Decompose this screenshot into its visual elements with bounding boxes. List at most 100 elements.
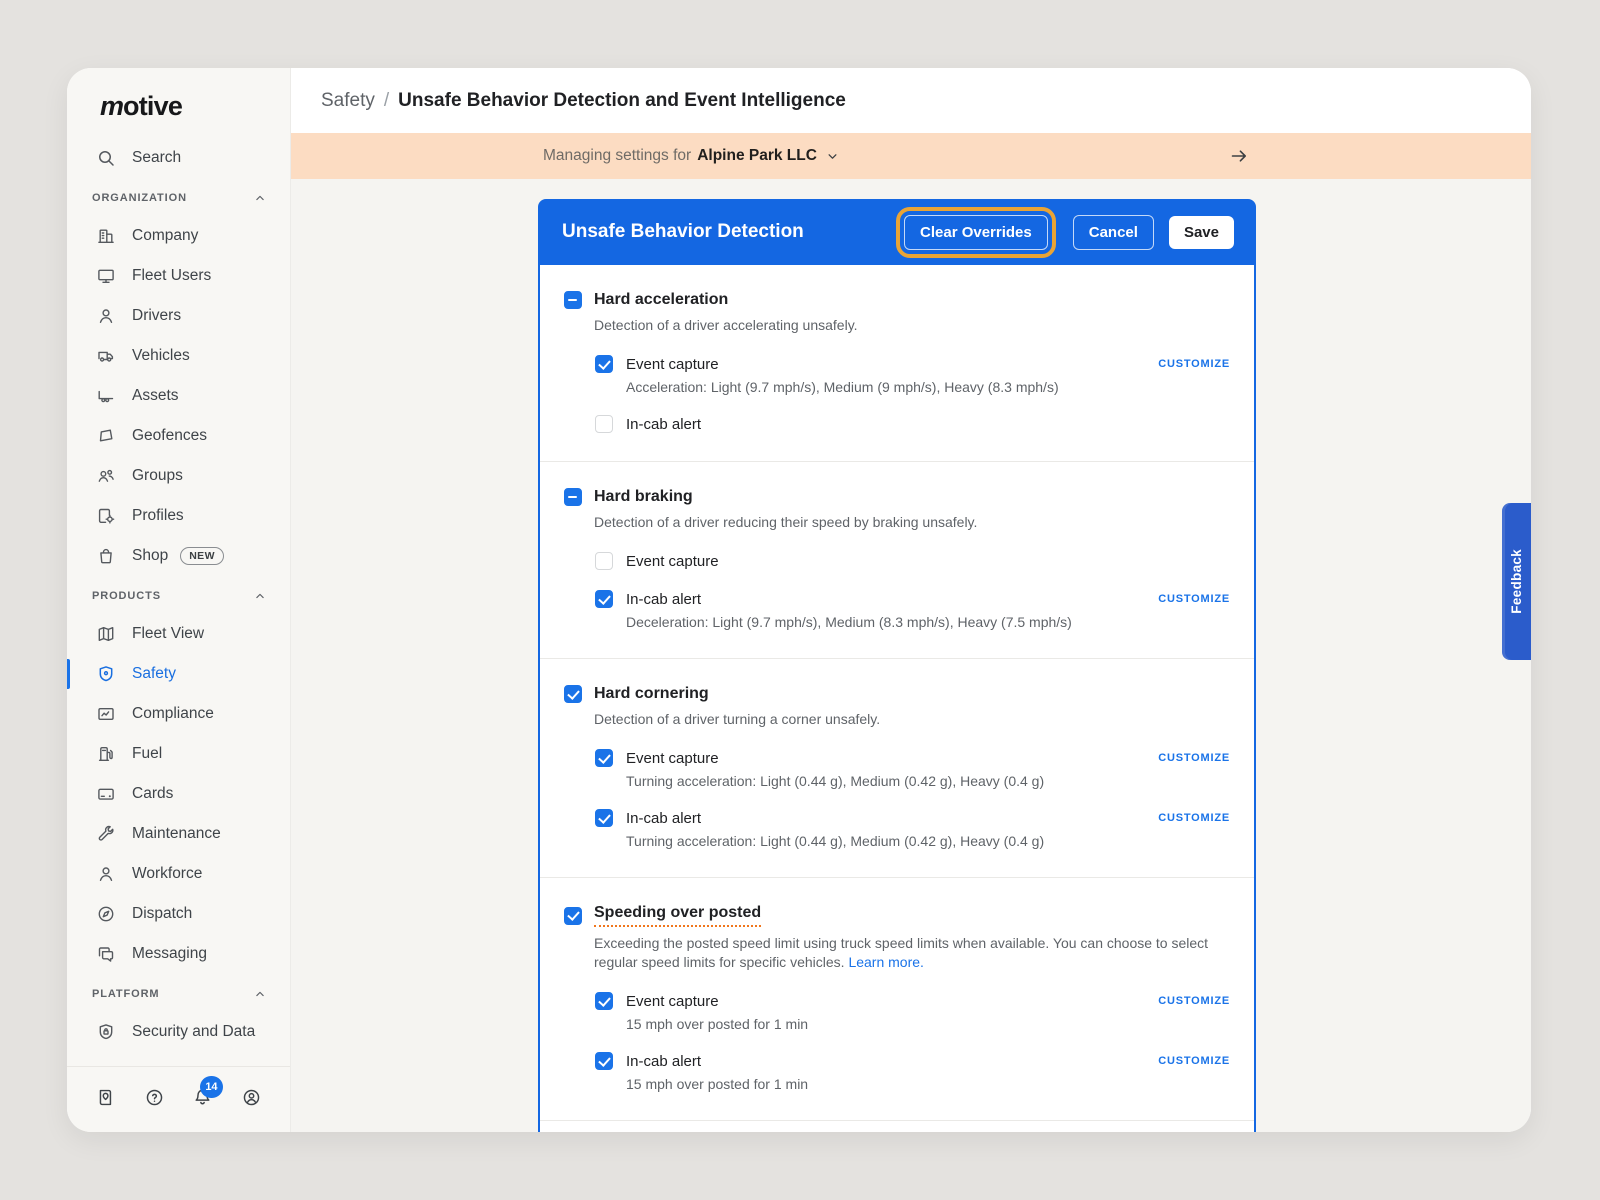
- banner-company-name: Alpine Park LLC: [697, 147, 817, 165]
- customize-link[interactable]: CUSTOMIZE: [1158, 358, 1230, 370]
- sub-setting-detail: Turning acceleration: Light (0.44 g), Me…: [626, 773, 1230, 789]
- save-button[interactable]: Save: [1169, 216, 1234, 249]
- sub-setting-label: In-cab alert: [626, 810, 701, 827]
- sidebar-item-dispatch[interactable]: Dispatch: [67, 894, 290, 934]
- document-gear-icon: [96, 506, 116, 526]
- section-speeding-over-policy: Speeding over policy: [540, 1120, 1254, 1132]
- event-capture-checkbox[interactable]: [595, 749, 613, 767]
- new-badge: NEW: [180, 547, 224, 566]
- sub-setting-detail: Deceleration: Light (9.7 mph/s), Medium …: [626, 614, 1230, 630]
- sidebar-item-label: Groups: [132, 467, 183, 485]
- in-cab-alert-checkbox[interactable]: [595, 1052, 613, 1070]
- hard-cornering-checkbox[interactable]: [564, 685, 582, 703]
- customize-link[interactable]: CUSTOMIZE: [1158, 995, 1230, 1007]
- help-icon[interactable]: [144, 1087, 165, 1108]
- notifications-bell-icon[interactable]: 14: [192, 1087, 213, 1108]
- credit-card-icon: [96, 784, 116, 804]
- sidebar-item-profiles[interactable]: Profiles: [67, 496, 290, 536]
- motive-logo: motive: [67, 88, 290, 122]
- hard-braking-checkbox[interactable]: [564, 488, 582, 506]
- sidebar-item-label: Assets: [132, 387, 179, 405]
- sidebar-item-vehicles[interactable]: Vehicles: [67, 336, 290, 376]
- notification-count-badge: 14: [200, 1076, 222, 1098]
- managing-settings-banner: Managing settings for Alpine Park LLC: [291, 133, 1531, 179]
- panel-header: Unsafe Behavior Detection Clear Override…: [540, 199, 1254, 265]
- sidebar-section-products[interactable]: PRODUCTS: [67, 578, 290, 614]
- chevron-up-icon: [253, 191, 267, 205]
- sidebar-item-cards[interactable]: Cards: [67, 774, 290, 814]
- chevron-up-icon: [253, 589, 267, 603]
- section-title: Speeding over posted: [594, 904, 761, 927]
- sub-setting-label: In-cab alert: [626, 416, 701, 433]
- company-selector[interactable]: Managing settings for Alpine Park LLC: [543, 147, 840, 165]
- sidebar-search-label: Search: [132, 149, 181, 167]
- section-description: Exceeding the posted speed limit using t…: [594, 934, 1222, 972]
- motive-logo-text: otive: [123, 91, 182, 122]
- section-description: Detection of a driver turning a corner u…: [594, 710, 1222, 729]
- sidebar-section-platform[interactable]: PLATFORM: [67, 976, 290, 1012]
- sidebar-item-messaging[interactable]: Messaging: [67, 934, 290, 974]
- sidebar-item-groups[interactable]: Groups: [67, 456, 290, 496]
- content-area: Unsafe Behavior Detection Clear Override…: [291, 179, 1531, 1132]
- unsafe-behavior-detection-panel: Unsafe Behavior Detection Clear Override…: [538, 199, 1256, 1132]
- arrow-right-icon[interactable]: [1229, 146, 1249, 166]
- customize-link[interactable]: CUSTOMIZE: [1158, 752, 1230, 764]
- sidebar-section-organization[interactable]: ORGANIZATION: [67, 180, 290, 216]
- logbook-icon[interactable]: [95, 1087, 116, 1108]
- search-icon: [96, 148, 116, 168]
- person-icon: [96, 864, 116, 884]
- speeding-over-posted-checkbox[interactable]: [564, 907, 582, 925]
- sidebar-item-compliance[interactable]: Compliance: [67, 694, 290, 734]
- sidebar-item-assets[interactable]: Assets: [67, 376, 290, 416]
- in-cab-alert-checkbox[interactable]: [595, 809, 613, 827]
- section-label: PRODUCTS: [92, 590, 161, 602]
- truck-icon: [96, 346, 116, 366]
- person-icon: [96, 306, 116, 326]
- account-icon[interactable]: [241, 1087, 262, 1108]
- sub-setting-detail: 15 mph over posted for 1 min: [626, 1016, 1230, 1032]
- sidebar-item-shop[interactable]: Shop NEW: [67, 536, 290, 576]
- sub-setting-label: Event capture: [626, 750, 719, 767]
- sidebar-item-maintenance[interactable]: Maintenance: [67, 814, 290, 854]
- feedback-tab[interactable]: Feedback: [1502, 503, 1531, 660]
- sidebar-item-fleet-view[interactable]: Fleet View: [67, 614, 290, 654]
- sidebar-item-safety[interactable]: Safety: [67, 654, 290, 694]
- clear-overrides-button[interactable]: Clear Overrides: [904, 215, 1048, 250]
- people-icon: [96, 466, 116, 486]
- customize-link[interactable]: CUSTOMIZE: [1158, 593, 1230, 605]
- section-hard-braking: Hard braking Detection of a driver reduc…: [540, 461, 1254, 658]
- in-cab-alert-checkbox[interactable]: [595, 415, 613, 433]
- sidebar-item-label: Security and Data: [132, 1023, 255, 1041]
- cancel-button[interactable]: Cancel: [1073, 215, 1154, 250]
- sub-setting-label: In-cab alert: [626, 591, 701, 608]
- sidebar-item-fuel[interactable]: Fuel: [67, 734, 290, 774]
- customize-link[interactable]: CUSTOMIZE: [1158, 1055, 1230, 1067]
- panel-actions: Clear Overrides Cancel Save: [900, 215, 1234, 250]
- sidebar-item-geofences[interactable]: Geofences: [67, 416, 290, 456]
- sub-setting-detail: Turning acceleration: Light (0.44 g), Me…: [626, 833, 1230, 849]
- sidebar-item-security-and-data[interactable]: Security and Data: [67, 1012, 290, 1052]
- main-area: Safety / Unsafe Behavior Detection and E…: [291, 68, 1531, 1132]
- sidebar-item-fleet-users[interactable]: Fleet Users: [67, 256, 290, 296]
- breadcrumb-safety[interactable]: Safety: [321, 90, 375, 112]
- sidebar-item-company[interactable]: Company: [67, 216, 290, 256]
- in-cab-alert-checkbox[interactable]: [595, 590, 613, 608]
- section-hard-cornering: Hard cornering Detection of a driver tur…: [540, 658, 1254, 877]
- sidebar-item-workforce[interactable]: Workforce: [67, 854, 290, 894]
- event-capture-checkbox[interactable]: [595, 355, 613, 373]
- customize-link[interactable]: CUSTOMIZE: [1158, 812, 1230, 824]
- event-capture-checkbox[interactable]: [595, 992, 613, 1010]
- polygon-icon: [96, 426, 116, 446]
- sidebar-item-label: Shop: [132, 547, 168, 565]
- banner-prefix: Managing settings for: [543, 147, 691, 165]
- event-capture-checkbox[interactable]: [595, 552, 613, 570]
- sub-setting-label: Event capture: [626, 553, 719, 570]
- trailer-icon: [96, 386, 116, 406]
- learn-more-link[interactable]: Learn more.: [848, 954, 923, 970]
- section-description: Detection of a driver accelerating unsaf…: [594, 316, 1222, 335]
- chart-frame-icon: [96, 704, 116, 724]
- sidebar-item-drivers[interactable]: Drivers: [67, 296, 290, 336]
- sidebar-search[interactable]: Search: [67, 138, 290, 178]
- sub-setting-detail: Acceleration: Light (9.7 mph/s), Medium …: [626, 379, 1230, 395]
- hard-acceleration-checkbox[interactable]: [564, 291, 582, 309]
